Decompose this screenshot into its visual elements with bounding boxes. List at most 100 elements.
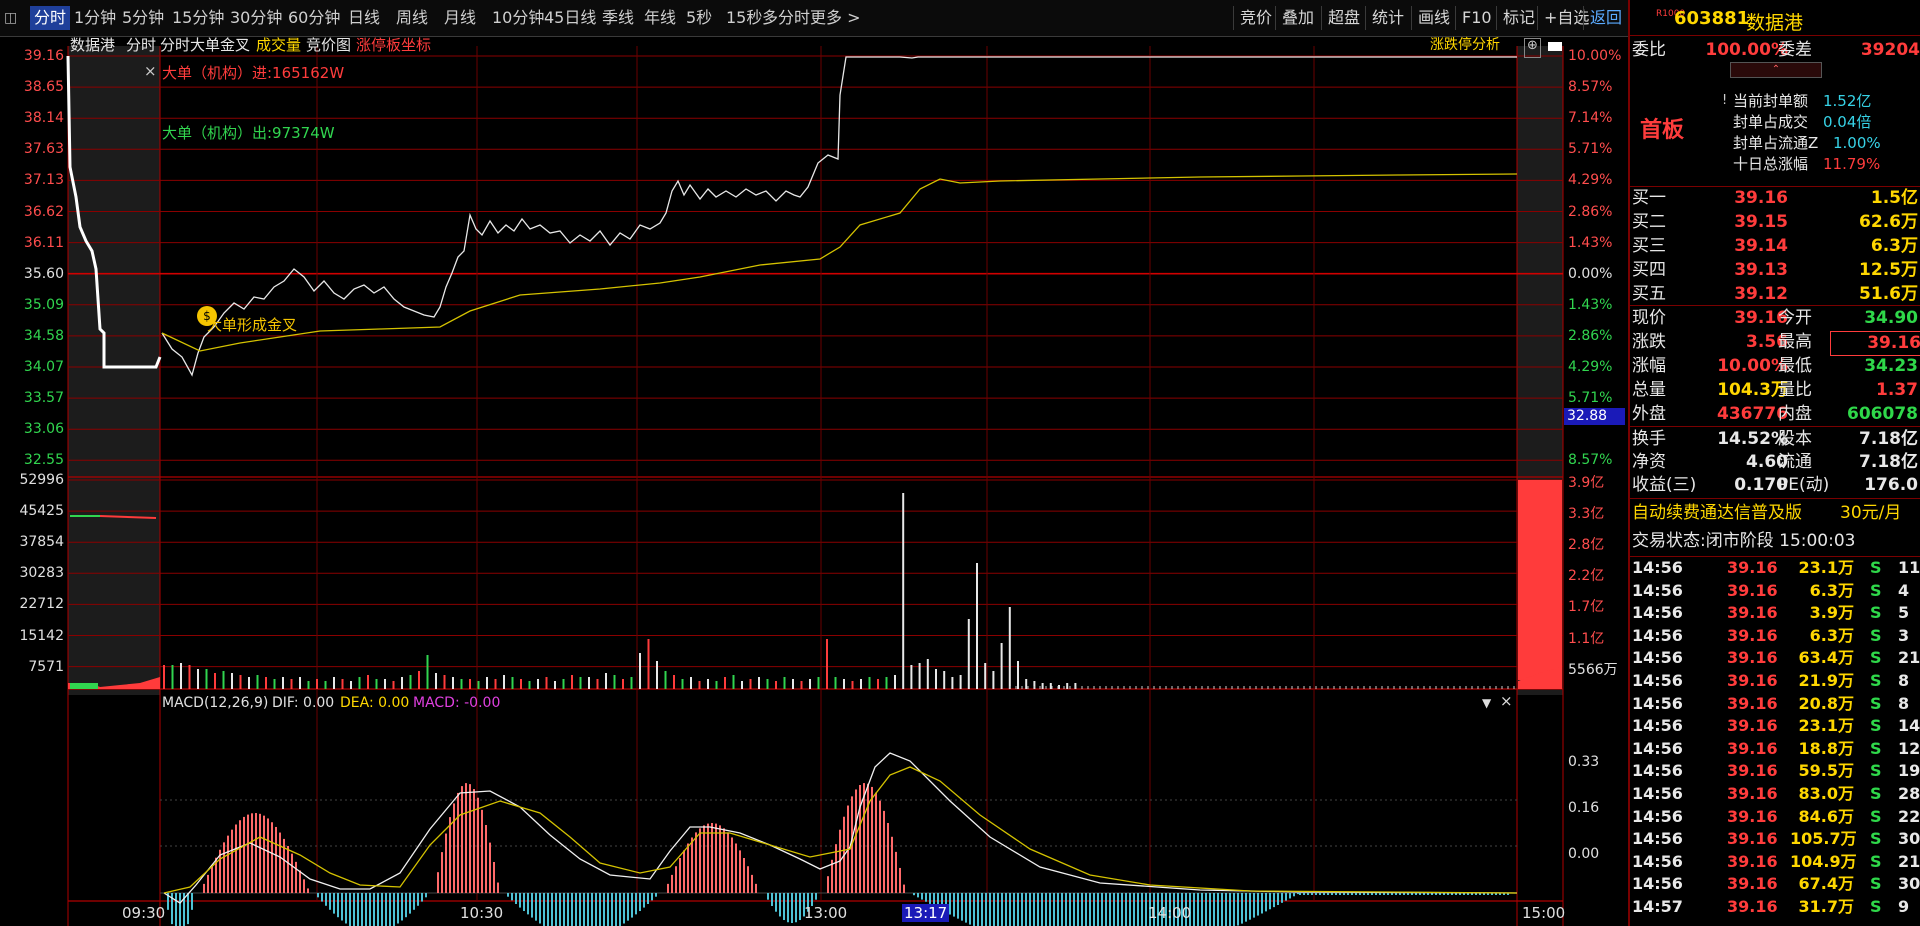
tab-13[interactable]: 5秒 — [686, 6, 712, 30]
time-axis-label: 09:30 — [122, 904, 166, 922]
dif-label: DIF: 0.00 — [272, 695, 335, 711]
tick-row: 14:56 39.16 105.7万 S 30 — [1632, 829, 1920, 849]
chart-canvas[interactable] — [0, 37, 1625, 926]
tick-row: 14:56 39.16 6.3万 S 4 — [1632, 580, 1910, 600]
trade-status: 交易状态:闭市阶段 15:00:03 — [1632, 531, 1856, 551]
toolbar-button-0[interactable]: 竞价 — [1233, 6, 1272, 30]
price-axis-label: 34.58 — [23, 327, 64, 344]
quote-row: 涨跌 3.56 最高 39.16 — [1630, 331, 1920, 356]
macd-axis-label: 0.16 — [1568, 800, 1600, 816]
tab-0[interactable]: 分时 — [30, 6, 71, 30]
tick-row: 14:56 39.16 20.8万 S 8 — [1632, 693, 1910, 713]
bid-row[interactable]: 买一 39.16 1.5亿 — [1630, 187, 1920, 210]
seal-row: 封单占流通Z 1.00% — [1733, 134, 1881, 152]
bid-row[interactable]: 买四 39.13 12.5万 — [1630, 259, 1920, 282]
price-tag: 32.88 — [1564, 408, 1625, 425]
close-overlay-icon[interactable]: × — [144, 62, 157, 80]
tab-5[interactable]: 60分钟 — [288, 6, 340, 30]
tick-row: 14:56 39.16 6.3万 S 3 — [1632, 625, 1910, 645]
tab-15[interactable]: 多分时 — [762, 6, 810, 30]
minimize-icon[interactable] — [1548, 42, 1562, 51]
finance-row: 收益(三) 0.170 PE(动) 176.0 — [1632, 475, 1918, 495]
price-axis-label: 32.55 — [23, 452, 64, 469]
toolbar-button-2[interactable]: 超盘 — [1321, 6, 1360, 30]
tab-14[interactable]: 15秒 — [726, 6, 762, 30]
tab-6[interactable]: 日线 — [348, 6, 380, 30]
percent-axis-label: 4.29% — [1568, 359, 1613, 375]
chart-header-item-2[interactable]: 成交量 — [256, 36, 301, 54]
price-axis-label: 33.57 — [23, 390, 64, 407]
tab-8[interactable]: 月线 — [444, 6, 476, 30]
tab-12[interactable]: 年线 — [644, 6, 676, 30]
percent-axis-label: 7.14% — [1568, 110, 1613, 127]
toolbar-button-8[interactable]: 返回 — [1583, 6, 1622, 30]
intraday-chart[interactable] — [0, 37, 1625, 926]
macd-axis-label: 0.00 — [1568, 846, 1600, 862]
tick-row: 14:56 39.16 104.9万 S 21 — [1632, 851, 1920, 871]
toolbar-button-5[interactable]: F10 — [1455, 6, 1492, 30]
tick-row: 14:56 39.16 63.4万 S 21 — [1632, 648, 1920, 668]
open-volume — [70, 683, 98, 689]
promo-row[interactable]: 自动续费通达信普及版 30元/月 — [1630, 502, 1920, 525]
collapse-icon[interactable]: ⌃ — [1730, 62, 1822, 78]
tab-3[interactable]: 15分钟 — [172, 6, 224, 30]
golden-cross-label: 大单形成金叉 — [207, 316, 298, 334]
tab-2[interactable]: 5分钟 — [122, 6, 164, 30]
expand-icon[interactable]: ⊕ — [1524, 38, 1541, 58]
percent-axis-label: 8.57% — [1568, 452, 1613, 469]
amount-axis-label: 5566万 — [1568, 661, 1618, 678]
quote-row: 外盘 436776 内盘 606078 — [1632, 404, 1918, 424]
macd-close-icon[interactable]: × — [1500, 692, 1513, 710]
percent-axis-label: 2.86% — [1568, 203, 1613, 220]
price-axis-label: 36.62 — [23, 203, 64, 220]
toolbar-button-4[interactable]: 画线 — [1411, 6, 1450, 30]
tab-9[interactable]: 10分钟 — [492, 6, 544, 30]
bid-row[interactable]: 买五 39.12 51.6万 — [1630, 283, 1920, 306]
amount-axis-label: 3.9亿 — [1568, 475, 1605, 491]
chart-header-item-3[interactable]: 竞价图 — [306, 36, 351, 54]
tick-row: 14:56 39.16 3.9万 S 5 — [1632, 603, 1910, 623]
price-axis-label: 33.06 — [23, 421, 64, 438]
volume-axis-label: 7571 — [28, 658, 64, 675]
volume-axis-label: 37854 — [19, 534, 64, 551]
toolbar-button-6[interactable]: 标记 — [1496, 6, 1535, 30]
chart-header-item-1[interactable]: 分时大单金叉 — [160, 36, 250, 54]
toolbar-button-7[interactable]: +自选 — [1537, 6, 1589, 30]
weibi-row: 委比 100.00% 委差 39204 — [1632, 40, 1920, 60]
finance-row: 净资 4.60 流通 7.18亿 — [1632, 452, 1918, 472]
tab-10[interactable]: 45日线 — [544, 6, 596, 30]
toolbar-button-1[interactable]: 叠加 — [1275, 6, 1314, 30]
volume-axis-label: 15142 — [19, 627, 64, 644]
chart-header-item-0[interactable]: 分时 — [126, 36, 156, 54]
macd-axis-label: 0.33 — [1568, 754, 1600, 770]
price-axis-label: 38.14 — [23, 110, 64, 127]
toolbar-button-3[interactable]: 统计 — [1365, 6, 1404, 30]
volume-axis-label: 22712 — [19, 596, 64, 613]
bid-row[interactable]: 买二 39.15 62.6万 — [1630, 211, 1920, 234]
closing-volume-block — [1518, 480, 1562, 680]
time-axis-label: 13:00 — [804, 904, 848, 922]
macd-label: MACD(12,26,9) — [162, 695, 269, 711]
tab-11[interactable]: 季线 — [602, 6, 634, 30]
tab-7[interactable]: 周线 — [396, 6, 428, 30]
percent-axis-label: 8.57% — [1568, 79, 1613, 96]
tab-4[interactable]: 30分钟 — [230, 6, 282, 30]
price-axis-label: 35.60 — [23, 265, 64, 282]
quote-row: 总量 104.3万 量比 1.37 — [1632, 380, 1918, 400]
seal-row: 封单占成交 0.04倍 — [1733, 113, 1872, 131]
price-axis-label: 37.13 — [23, 172, 64, 189]
percent-axis-label: 5.71% — [1568, 141, 1613, 158]
macd-dropdown-icon[interactable]: ▼ — [1482, 694, 1491, 712]
chart-header-item-4[interactable]: 涨停板坐标 — [356, 36, 431, 54]
tab-1[interactable]: 1分钟 — [74, 6, 116, 30]
tick-row: 14:56 39.16 84.6万 S 22 — [1632, 806, 1920, 826]
panel-toggle-icon[interactable]: ◫ — [4, 6, 17, 30]
percent-axis-label: 1.43% — [1568, 296, 1613, 313]
price-axis-label: 39.16 — [23, 48, 64, 64]
tab-16[interactable]: 更多 > — [810, 6, 861, 30]
limit-analysis-button[interactable]: 涨跌停分析 — [1430, 36, 1500, 54]
percent-axis-label: 5.71% — [1568, 390, 1613, 407]
tick-row: 14:56 39.16 23.1万 S 11 — [1632, 558, 1920, 577]
bid-row[interactable]: 买三 39.14 6.3万 — [1630, 235, 1920, 258]
stock-code: 603881 — [1674, 8, 1750, 29]
